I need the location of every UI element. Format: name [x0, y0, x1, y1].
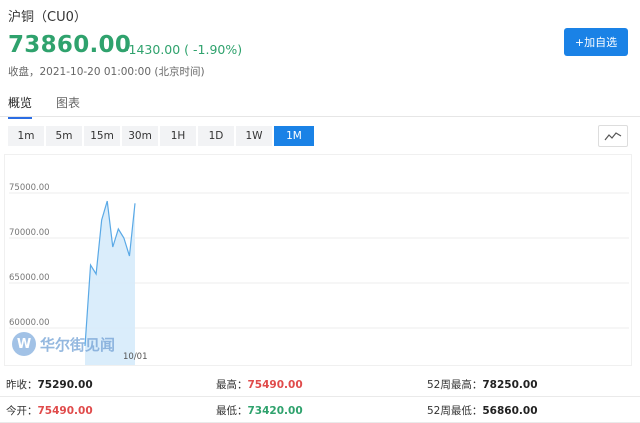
y-tick-label: 75000.00	[9, 183, 50, 193]
stat-label: 52周最高：	[427, 379, 483, 391]
stat-label: 昨收：	[6, 379, 38, 391]
stat-label: 52周最低：	[427, 405, 483, 417]
stats-row-2: 今开：75490.00 最低：73420.00 52周最低：56860.00	[0, 396, 640, 423]
period-5m[interactable]: 5m	[46, 126, 82, 146]
stat-prev-close: 昨收：75290.00	[6, 377, 93, 392]
period-1h[interactable]: 1H	[160, 126, 196, 146]
watermark: W 华尔街见闻	[12, 331, 115, 357]
view-tabs: 概览 图表	[0, 88, 640, 119]
stat-label: 最低：	[216, 405, 248, 417]
stat-open: 今开：75490.00	[6, 403, 93, 418]
period-1m[interactable]: 1m	[8, 126, 44, 146]
stat-label: 最高：	[216, 379, 248, 391]
x-tick-label: 10/01	[123, 352, 148, 362]
stat-52w-low: 52周最低：56860.00	[427, 403, 538, 418]
last-price: 73860.00	[8, 32, 132, 58]
stat-value: 75290.00	[37, 379, 93, 391]
tab-overview[interactable]: 概览	[8, 94, 33, 119]
period-1M[interactable]: 1M	[274, 126, 314, 146]
stat-value: 56860.00	[482, 405, 538, 417]
line-chart-icon	[604, 132, 622, 141]
stats-row-1: 昨收：75290.00 最高：75490.00 52周最高：78250.00	[0, 370, 640, 397]
wallstreetcn-logo-icon: W	[12, 332, 36, 356]
stat-high: 最高：75490.00	[216, 377, 303, 392]
stat-value: 75490.00	[247, 379, 303, 391]
y-tick-label: 65000.00	[9, 273, 50, 283]
y-tick-label: 60000.00	[9, 318, 50, 328]
stat-value: 78250.00	[482, 379, 538, 391]
watermark-text: 华尔街见闻	[40, 335, 116, 354]
chart-type-toggle[interactable]	[598, 125, 628, 147]
stat-value: 73420.00	[247, 405, 303, 417]
tab-chart[interactable]: 图表	[56, 94, 80, 111]
period-15m[interactable]: 15m	[84, 126, 120, 146]
stat-label: 今开：	[6, 405, 38, 417]
period-1d[interactable]: 1D	[198, 126, 234, 146]
stat-52w-high: 52周最高：78250.00	[427, 377, 538, 392]
instrument-title: 沪铜（CU0）	[8, 10, 87, 25]
stat-value: 75490.00	[37, 405, 93, 417]
price-change: -1430.00 ( -1.90%)	[124, 42, 243, 57]
stat-low: 最低：73420.00	[216, 403, 303, 418]
stats-panel: 昨收：75290.00 最高：75490.00 52周最高：78250.00 今…	[0, 370, 640, 423]
y-tick-label: 70000.00	[9, 228, 50, 238]
add-watchlist-button[interactable]: +加自选	[564, 28, 628, 56]
period-1w[interactable]: 1W	[236, 126, 272, 146]
period-30m[interactable]: 30m	[122, 126, 158, 146]
market-status: 收盘，2021-10-20 01:00:00 (北京时间)	[8, 66, 205, 78]
